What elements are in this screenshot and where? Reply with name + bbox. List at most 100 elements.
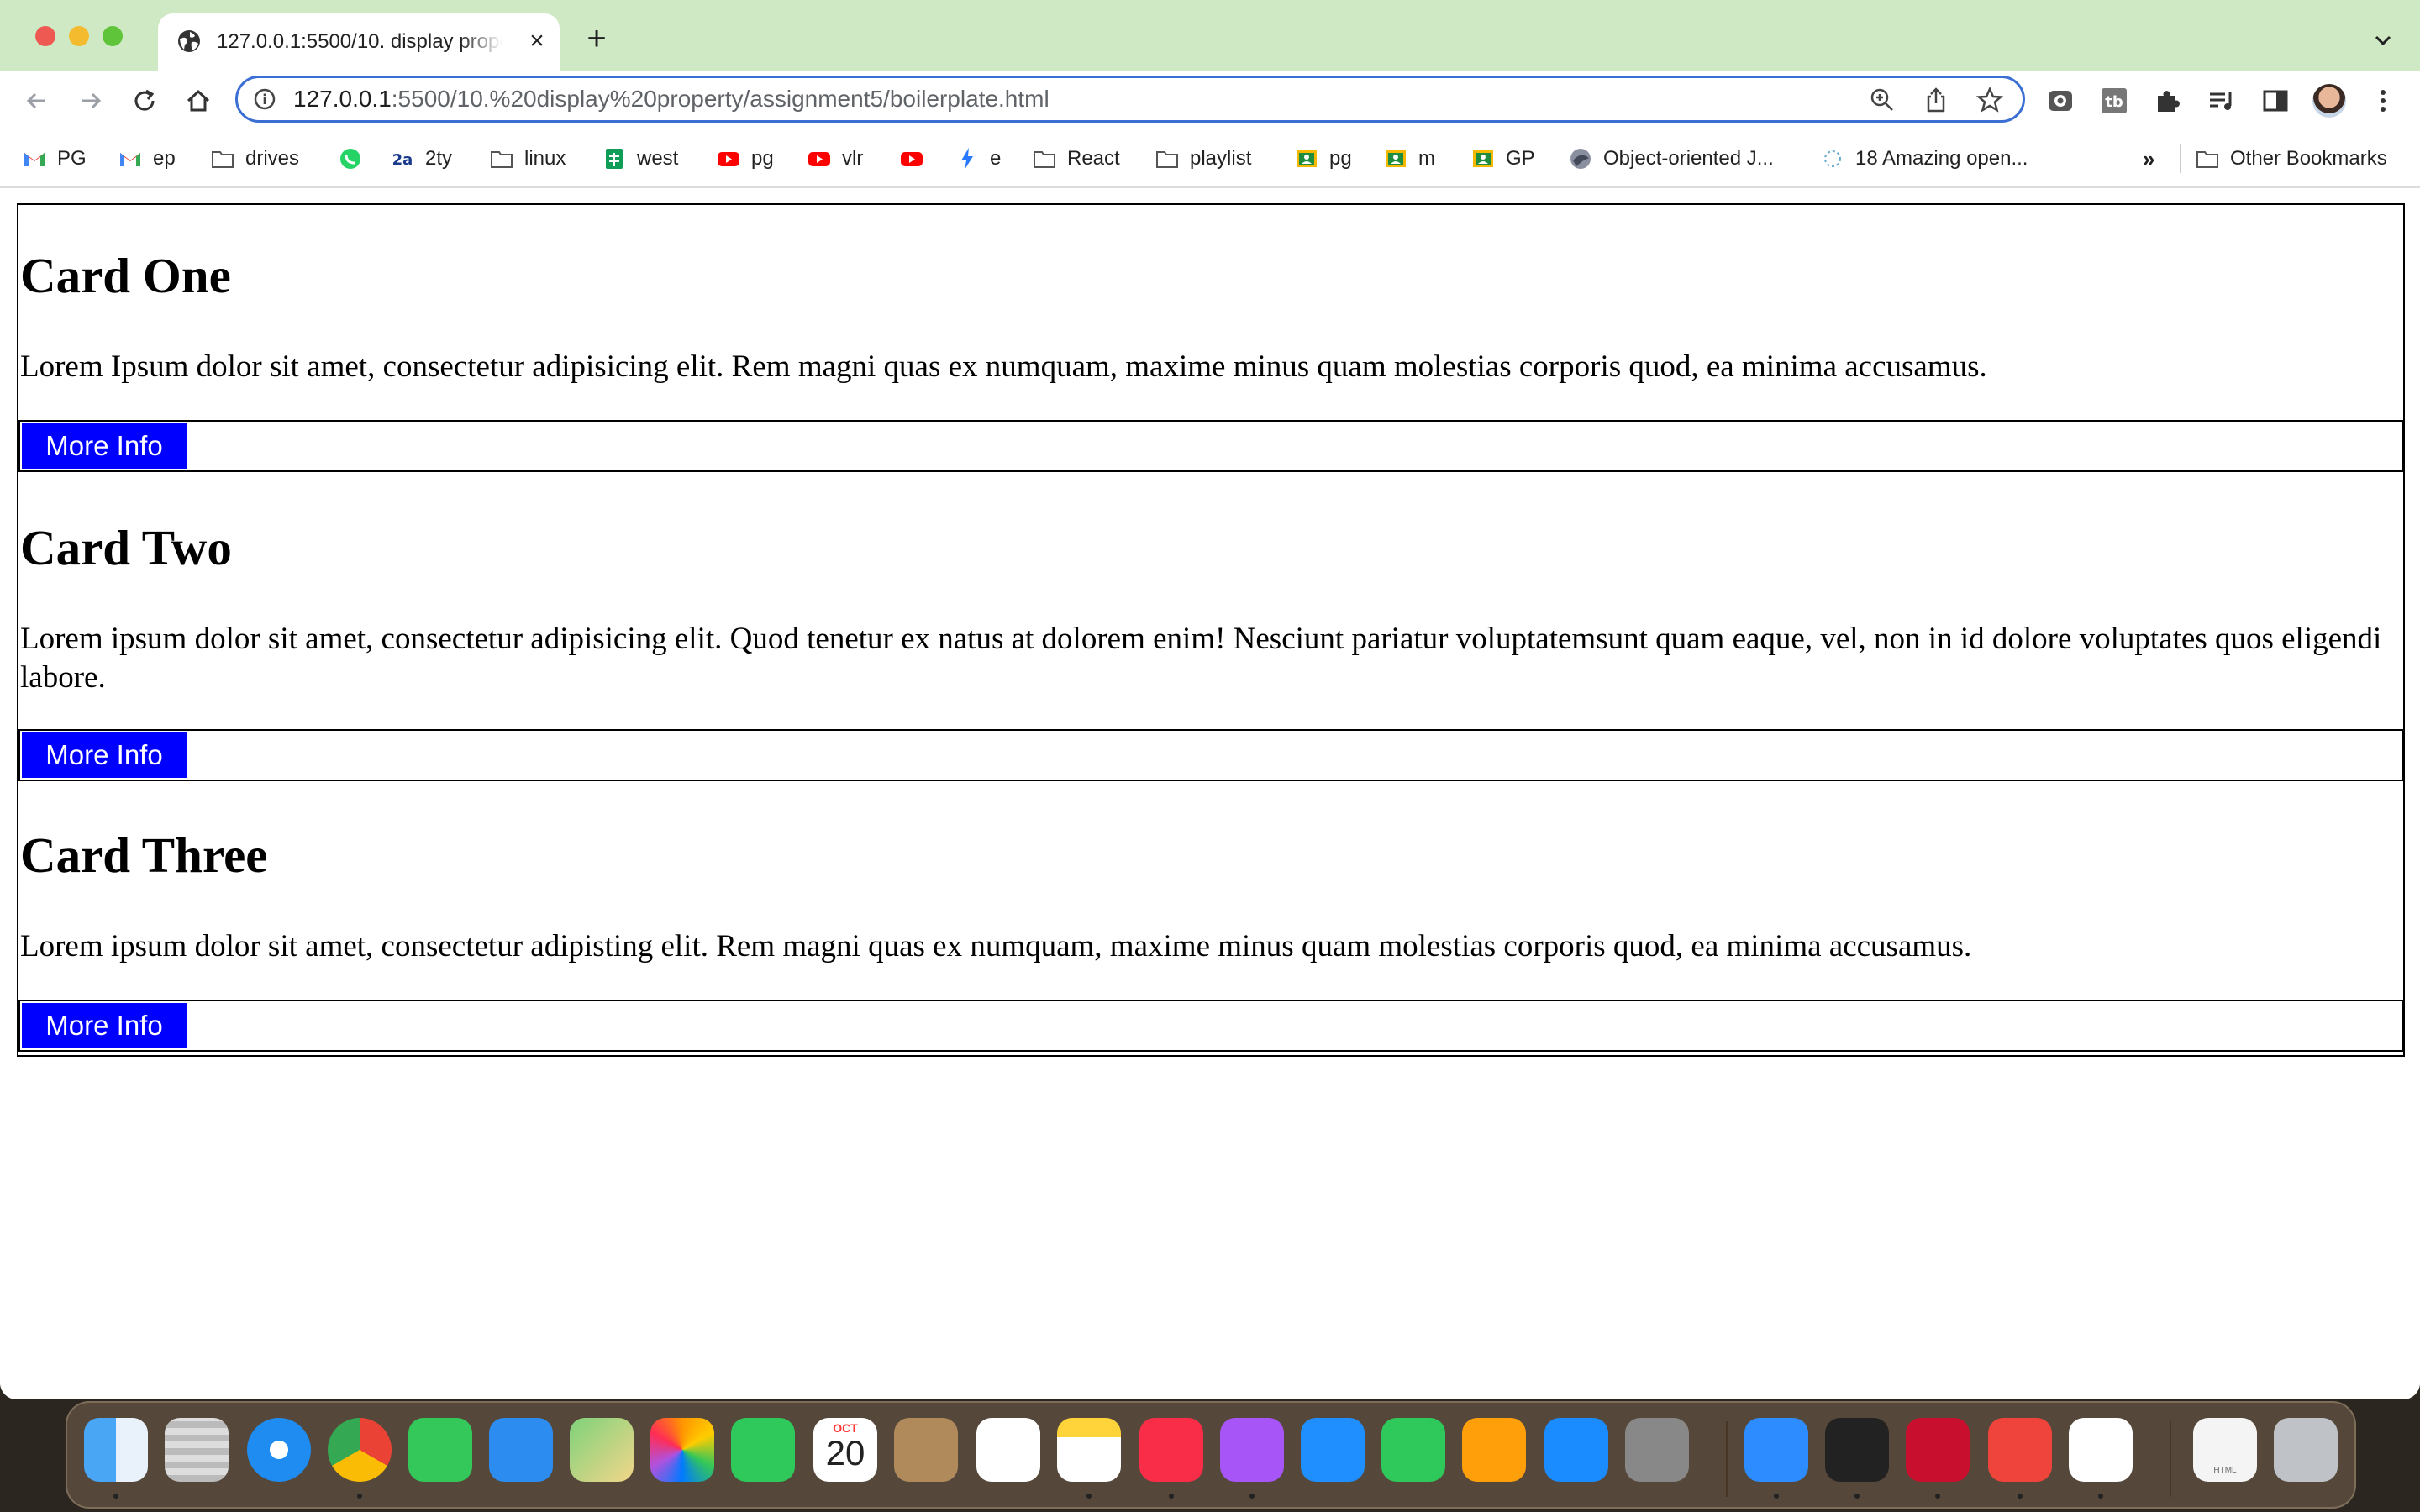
dock: OCT 20 HTML <box>66 1401 2356 1509</box>
anydesk-app-icon[interactable] <box>1988 1418 2052 1482</box>
calendar-app-icon[interactable]: OCT 20 <box>813 1418 877 1482</box>
bookmark-label: vlr <box>842 147 864 170</box>
globe-icon <box>178 30 200 52</box>
chrome-app-icon[interactable] <box>328 1418 392 1482</box>
forward-arrow-icon[interactable] <box>74 84 108 118</box>
bookmark-item[interactable]: Object-oriented J... <box>1568 139 1774 178</box>
messages-app-icon[interactable] <box>408 1418 472 1482</box>
share-icon[interactable] <box>1922 86 1950 114</box>
classroom-icon <box>1297 150 1317 167</box>
bookmark-item[interactable]: west <box>602 139 678 178</box>
running-indicator <box>1935 1494 1940 1499</box>
running-indicator <box>357 1494 362 1499</box>
numbers-app-icon[interactable] <box>1381 1418 1445 1482</box>
acrobat-app-icon[interactable] <box>1906 1418 1970 1482</box>
bookmark-item[interactable] <box>338 139 373 178</box>
html-document-app-icon[interactable]: HTML <box>2193 1418 2257 1482</box>
running-indicator <box>113 1494 118 1499</box>
card-title: Card Three <box>20 827 268 883</box>
avatar[interactable] <box>2312 84 2346 118</box>
media-control-icon[interactable] <box>2205 84 2238 118</box>
bookmark-star-icon[interactable] <box>1975 86 2004 114</box>
zoom-window-button[interactable] <box>103 26 123 46</box>
bookmark-label: GP <box>1506 147 1535 170</box>
card-button-row: More Info <box>18 729 2403 781</box>
bookmark-item[interactable]: m <box>1383 139 1435 178</box>
bookmark-label: linux <box>524 147 566 170</box>
mail-app-icon[interactable] <box>489 1418 553 1482</box>
bookmark-item[interactable]: linux <box>489 139 566 178</box>
tab-title: 127.0.0.1:5500/10. display property <box>217 30 502 53</box>
app-store-app-icon[interactable] <box>1544 1418 1608 1482</box>
back-arrow-icon[interactable] <box>20 84 54 118</box>
notes-app-icon[interactable] <box>1057 1418 1121 1482</box>
photos-app-icon[interactable] <box>650 1418 714 1482</box>
side-panel-icon[interactable] <box>2259 84 2292 118</box>
chevron-down-icon[interactable] <box>2368 25 2398 55</box>
zoom-app-icon[interactable] <box>1744 1418 1808 1482</box>
tab-active[interactable]: 127.0.0.1:5500/10. display property × <box>158 13 560 71</box>
bookmark-item[interactable]: PG <box>22 139 87 178</box>
zoom-icon[interactable] <box>1868 86 1897 114</box>
close-window-button[interactable] <box>35 26 55 46</box>
puzzle-icon[interactable] <box>2151 84 2185 118</box>
bird-icon <box>1570 149 1591 169</box>
bookmark-item[interactable]: playlist <box>1155 139 1251 178</box>
terminal-app-icon[interactable] <box>1825 1418 1889 1482</box>
bookmarks-overflow-button[interactable]: » <box>2143 139 2154 178</box>
more-info-button[interactable]: More Info <box>22 423 187 469</box>
gmail-icon <box>120 153 140 166</box>
bookmark-item[interactable] <box>899 139 934 178</box>
other-bookmarks-folder[interactable]: Other Bookmarks <box>2195 139 2387 178</box>
more-menu-icon[interactable] <box>2366 84 2400 118</box>
maps-app-icon[interactable] <box>570 1418 634 1482</box>
bookmark-item[interactable]: 2a 2ty <box>390 139 452 178</box>
bookmark-item[interactable]: e <box>955 139 1001 178</box>
contacts-app-icon[interactable] <box>894 1418 958 1482</box>
vscode-app-icon[interactable] <box>2069 1418 2133 1482</box>
tb-extension-icon[interactable]: tb <box>2097 84 2131 118</box>
folder-icon <box>491 151 513 168</box>
home-icon[interactable] <box>182 84 215 118</box>
sheets-icon <box>606 149 623 169</box>
tab-close-icon[interactable]: × <box>524 29 550 54</box>
bookmark-item[interactable]: GP <box>1470 139 1535 178</box>
extension-icon[interactable] <box>2044 84 2077 118</box>
minimize-window-button[interactable] <box>69 26 89 46</box>
whatsapp-icon <box>340 149 360 169</box>
more-info-button[interactable]: More Info <box>22 1003 187 1048</box>
page-viewport: Card One Lorem Ipsum dolor sit amet, con… <box>0 188 2420 1399</box>
url-text[interactable]: 127.0.0.1:5500/10.%20display%20property/… <box>293 86 1050 113</box>
bookmark-label: ep <box>153 147 176 170</box>
safari-app-icon[interactable] <box>247 1418 311 1482</box>
site-info-icon[interactable] <box>253 87 276 111</box>
bookmark-label: pg <box>1329 147 1352 170</box>
new-tab-button[interactable]: + <box>580 22 613 57</box>
reminders-app-icon[interactable] <box>976 1418 1040 1482</box>
reload-icon[interactable] <box>128 84 161 118</box>
address-bar[interactable]: 127.0.0.1:5500/10.%20display%20property/… <box>235 76 2025 123</box>
bookmarks-bar: PG ep drives 2a 2ty linux west pg vlr e React playl… <box>0 131 2420 188</box>
music-app-icon[interactable] <box>1139 1418 1203 1482</box>
trash-app-icon[interactable] <box>2274 1418 2338 1482</box>
facetime-app-icon[interactable] <box>731 1418 795 1482</box>
bookmark-label: m <box>1418 147 1435 170</box>
more-info-button[interactable]: More Info <box>22 732 187 778</box>
finder-app-icon[interactable] <box>84 1418 148 1482</box>
running-indicator <box>1086 1494 1092 1499</box>
system-preferences-app-icon[interactable] <box>1625 1418 1689 1482</box>
bookmark-item[interactable]: pg <box>716 139 774 178</box>
bookmark-item[interactable]: ep <box>118 139 176 178</box>
bookmark-item[interactable]: React <box>1032 139 1120 178</box>
bookmark-item[interactable]: pg <box>1294 139 1352 178</box>
card-title: Card One <box>20 248 231 303</box>
running-indicator <box>1774 1494 1779 1499</box>
bookmark-item[interactable]: drives <box>210 139 299 178</box>
bookmark-item[interactable]: 18 Amazing open... <box>1820 139 2028 178</box>
folder-icon <box>1156 151 1178 168</box>
keynote-app-icon[interactable] <box>1301 1418 1365 1482</box>
bookmark-item[interactable]: vlr <box>807 139 863 178</box>
podcasts-app-icon[interactable] <box>1220 1418 1284 1482</box>
pages-app-icon[interactable] <box>1462 1418 1526 1482</box>
launchpad-app-icon[interactable] <box>165 1418 229 1482</box>
